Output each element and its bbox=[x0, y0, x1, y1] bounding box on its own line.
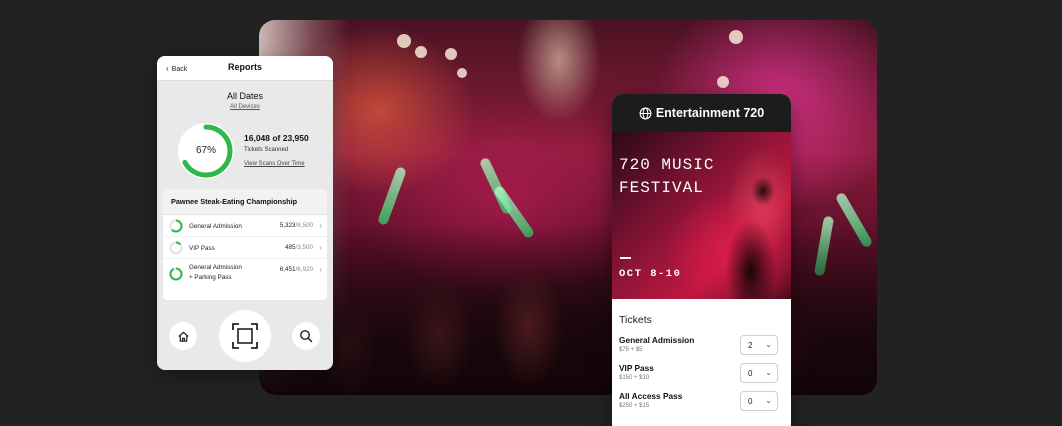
ticket-type-name: General Admission bbox=[189, 223, 242, 230]
ticket-progress-ring bbox=[169, 219, 183, 233]
scanned-count: 16,048 of 23,950 bbox=[244, 133, 309, 143]
chevron-right-icon: › bbox=[319, 221, 322, 230]
ticket-option-name: General Admission bbox=[619, 335, 695, 345]
ticket-option-name: VIP Pass bbox=[619, 363, 654, 373]
ticket-type-name: VIP Pass bbox=[189, 245, 215, 252]
quantity-select[interactable]: 0 ⌄ bbox=[740, 363, 778, 383]
ticket-option: General Admission $75 + $5 2 ⌄ bbox=[619, 335, 784, 363]
chevron-down-icon: ⌄ bbox=[765, 396, 772, 405]
ticket-type-count: 6,451/6,920 bbox=[279, 266, 313, 273]
scanned-label: Tickets Scanned bbox=[244, 147, 289, 153]
tickets-heading: Tickets bbox=[619, 314, 652, 326]
quantity-select[interactable]: 0 ⌄ bbox=[740, 391, 778, 411]
ticket-progress-ring bbox=[169, 241, 183, 255]
ticket-option: All Access Pass $250 + $15 0 ⌄ bbox=[619, 391, 784, 419]
ticket-header: Entertainment 720 bbox=[612, 94, 791, 132]
ticket-option: VIP Pass $150 + $10 0 ⌄ bbox=[619, 363, 784, 391]
event-hero: 720 MUSIC FESTIVAL OCT 8-10 bbox=[612, 132, 791, 299]
search-button[interactable] bbox=[292, 322, 320, 350]
glow-stick bbox=[377, 166, 407, 226]
chevron-down-icon: ⌄ bbox=[765, 340, 772, 349]
globe-icon bbox=[639, 107, 652, 119]
chevron-right-icon: › bbox=[319, 265, 322, 274]
ticket-purchase-panel: Entertainment 720 720 MUSIC FESTIVAL OCT… bbox=[612, 94, 791, 426]
ticket-option-price: $150 + $10 bbox=[619, 375, 650, 381]
title-divider bbox=[620, 257, 631, 259]
stage-light bbox=[415, 46, 427, 58]
ticket-progress-ring bbox=[169, 267, 183, 281]
stage-light bbox=[397, 34, 411, 48]
home-button[interactable] bbox=[169, 322, 197, 350]
quantity-value: 2 bbox=[748, 341, 753, 350]
ticket-type-row[interactable]: VIP Pass 485/3,500 › bbox=[163, 237, 327, 259]
quantity-value: 0 bbox=[748, 369, 753, 378]
stage-light bbox=[457, 68, 467, 78]
chevron-right-icon: › bbox=[319, 243, 322, 252]
reports-panel: ‹ Back Reports All Dates All Devices 67% … bbox=[157, 56, 333, 370]
ticket-option-price: $250 + $15 bbox=[619, 403, 650, 409]
search-icon bbox=[300, 330, 313, 343]
event-name: Pawnee Steak-Eating Championship bbox=[163, 189, 327, 215]
ticket-type-row[interactable]: General Admission + Parking Pass 6,451/6,… bbox=[163, 259, 327, 290]
ticket-option-price: $75 + $5 bbox=[619, 347, 643, 353]
performer-image bbox=[705, 161, 787, 299]
stage-light bbox=[445, 48, 457, 60]
bottom-nav bbox=[157, 306, 333, 370]
ticket-list: Tickets General Admission $75 + $5 2 ⌄ V… bbox=[612, 299, 791, 419]
ticket-type-count: 485/3,500 bbox=[284, 244, 313, 251]
event-card: Pawnee Steak-Eating Championship General… bbox=[163, 189, 327, 300]
ticket-type-row[interactable]: General Admission 5,323/8,500 › bbox=[163, 215, 327, 237]
stage-light bbox=[729, 30, 743, 44]
chevron-down-icon: ⌄ bbox=[765, 368, 772, 377]
page-title: Reports bbox=[227, 62, 262, 72]
reports-header: ‹ Back Reports bbox=[157, 56, 333, 81]
date-range: All Dates bbox=[226, 91, 263, 101]
ticket-type-count: 5,323/8,500 bbox=[279, 222, 313, 229]
quantity-value: 0 bbox=[748, 397, 753, 406]
ticket-type-name: General Admission + Parking Pass bbox=[189, 264, 242, 281]
ticket-option-name: All Access Pass bbox=[619, 391, 683, 401]
quantity-select[interactable]: 2 ⌄ bbox=[740, 335, 778, 355]
scan-icon bbox=[232, 323, 258, 349]
scan-button[interactable] bbox=[219, 310, 271, 362]
event-title: 720 MUSIC FESTIVAL bbox=[619, 156, 715, 197]
home-icon bbox=[177, 331, 189, 342]
scan-summary: 67% 16,048 of 23,950 Tickets Scanned Vie… bbox=[177, 122, 327, 182]
devices-filter-link[interactable]: All Devices bbox=[157, 104, 333, 110]
stage-light bbox=[717, 76, 729, 88]
scan-percent: 67% bbox=[195, 145, 216, 156]
view-scans-link[interactable]: View Scans Over Time bbox=[244, 161, 305, 167]
event-date: OCT 8-10 bbox=[619, 268, 682, 280]
brand-name: Entertainment 720 bbox=[655, 106, 765, 120]
